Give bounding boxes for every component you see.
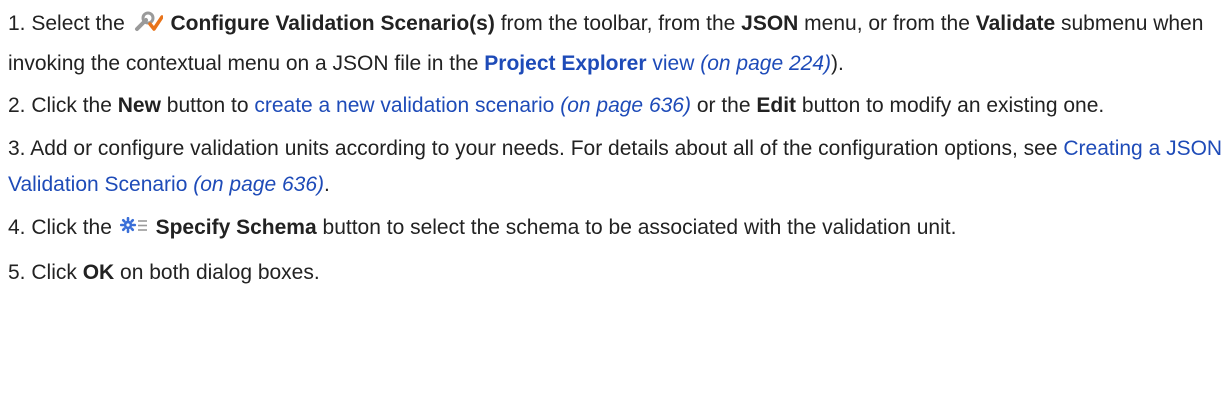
- ok-button-label: OK: [82, 261, 115, 284]
- gear-list-icon: [119, 213, 148, 250]
- step-number: 1.: [8, 12, 26, 35]
- new-button-label: New: [117, 94, 161, 117]
- specify-schema-button-label: Specify Schema: [155, 215, 317, 239]
- step-5: 5. Click OK on both dialog boxes.: [8, 255, 1231, 292]
- step-4: 4. Click the Specify Schema button to se…: [8, 210, 1231, 250]
- step-text: menu, or from the: [804, 12, 970, 35]
- edit-button-label: Edit: [756, 94, 797, 117]
- step-number: 4.: [8, 215, 26, 239]
- step-text: Click the: [31, 215, 112, 239]
- view-link[interactable]: view: [652, 52, 694, 75]
- step-text: from the toolbar, from the: [500, 12, 736, 35]
- configure-validation-scenarios-label: Configure Validation Scenario(s): [170, 12, 495, 35]
- step-text: Select the: [31, 12, 125, 35]
- step-text: on both dialog boxes.: [120, 261, 320, 284]
- step-text: Add or configure validation units accord…: [30, 136, 1058, 160]
- step-text: button to select the schema to be associ…: [322, 215, 957, 239]
- step-text: .: [324, 173, 330, 196]
- instruction-steps: 1. Select the Configure Validation Scena…: [0, 0, 1231, 292]
- wrench-check-icon: [133, 9, 164, 46]
- page-reference[interactable]: (on page 636): [193, 173, 324, 196]
- step-text: Click: [31, 261, 77, 284]
- step-text: button to: [166, 94, 249, 117]
- step-3: 3. Add or configure validation units acc…: [8, 131, 1231, 204]
- step-1: 1. Select the Configure Validation Scena…: [8, 6, 1231, 82]
- page-reference[interactable]: (on page 224): [700, 52, 831, 75]
- page-reference[interactable]: (on page 636): [560, 94, 691, 117]
- json-menu-label: JSON: [741, 12, 799, 35]
- create-validation-scenario-link[interactable]: create a new validation scenario: [254, 94, 554, 117]
- step-text: ).: [831, 51, 844, 75]
- step-text: or the: [696, 94, 751, 117]
- step-number: 3.: [8, 136, 26, 160]
- project-explorer-link[interactable]: Project Explorer: [484, 52, 646, 75]
- step-number: 5.: [8, 261, 26, 284]
- step-number: 2.: [8, 94, 26, 117]
- step-text: button to modify an existing one.: [801, 94, 1105, 117]
- step-text: Click the: [31, 94, 112, 117]
- validate-submenu-label: Validate: [975, 12, 1056, 35]
- step-2: 2. Click the New button to create a new …: [8, 88, 1231, 125]
